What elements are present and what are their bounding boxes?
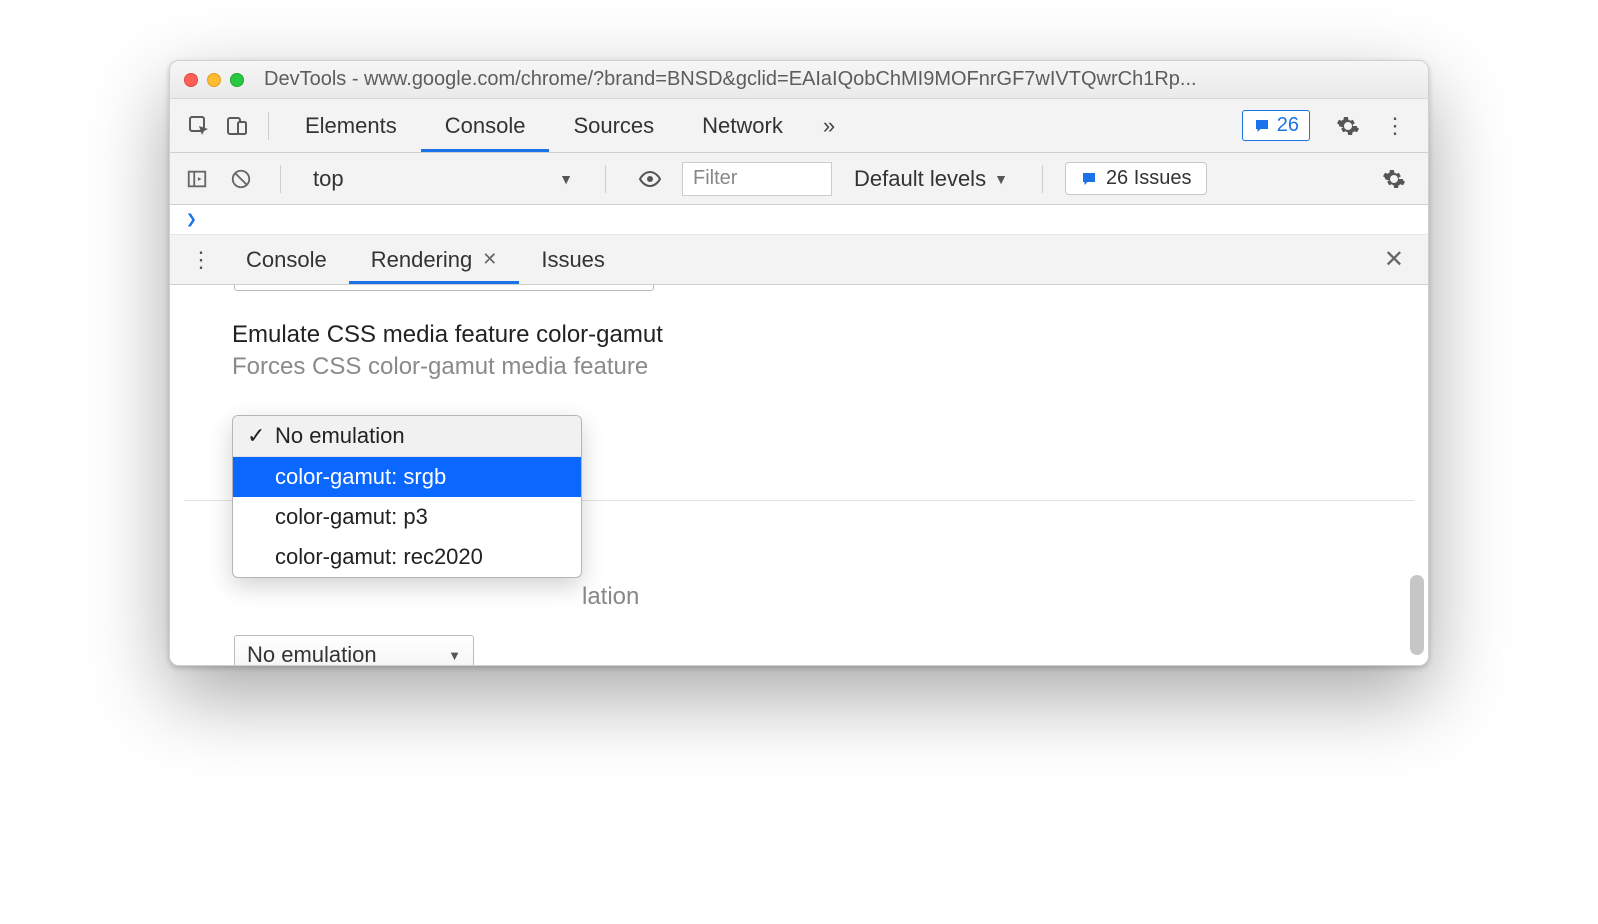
previous-select-bottom	[234, 285, 654, 291]
console-prompt[interactable]: ❯	[170, 205, 1428, 235]
drawer-tab-label: Rendering	[371, 247, 473, 273]
section-description: Forces CSS color-gamut media feature	[232, 353, 1428, 381]
log-levels-selector[interactable]: Default levels ▼	[842, 166, 1020, 192]
select-value: No emulation	[247, 642, 377, 666]
context-value: top	[313, 166, 344, 192]
divider	[268, 112, 269, 140]
settings-icon[interactable]	[1324, 114, 1372, 138]
dropdown-option-no-emulation[interactable]: ✓ No emulation	[233, 416, 581, 456]
scrollbar-thumb[interactable]	[1410, 575, 1424, 655]
obscured-text-tail: lation	[582, 583, 639, 611]
message-icon	[1253, 117, 1271, 135]
chevron-down-icon: ▼	[994, 171, 1008, 187]
close-window-button[interactable]	[184, 73, 198, 87]
tab-label: Console	[445, 113, 526, 139]
drawer-tab-issues[interactable]: Issues	[519, 235, 627, 284]
message-icon	[1080, 170, 1098, 188]
issues-badge[interactable]: 26	[1242, 110, 1310, 141]
option-label: color-gamut: rec2020	[275, 544, 483, 570]
dropdown-option-srgb[interactable]: color-gamut: srgb	[233, 457, 581, 497]
dropdown-option-rec2020[interactable]: color-gamut: rec2020	[233, 537, 581, 577]
traffic-lights	[184, 73, 244, 87]
tab-label: Elements	[305, 113, 397, 139]
inspect-element-icon[interactable]	[180, 107, 218, 145]
window-title: DevTools - www.google.com/chrome/?brand=…	[264, 68, 1414, 91]
titlebar: DevTools - www.google.com/chrome/?brand=…	[170, 61, 1428, 99]
check-icon: ✓	[247, 423, 265, 449]
option-label: No emulation	[275, 423, 405, 449]
drawer-tab-console[interactable]: Console	[224, 235, 349, 284]
zoom-window-button[interactable]	[230, 73, 244, 87]
section-title: Emulate CSS media feature color-gamut	[232, 321, 1428, 349]
rendering-pane: Emulate CSS media feature color-gamut Fo…	[170, 285, 1428, 665]
divider	[1042, 165, 1043, 193]
color-gamut-dropdown[interactable]: ✓ No emulation color-gamut: srgb color-g…	[232, 415, 582, 578]
divider	[280, 165, 281, 193]
minimize-window-button[interactable]	[207, 73, 221, 87]
issues-count: 26	[1277, 114, 1299, 137]
drawer-tab-label: Issues	[541, 247, 605, 273]
chevron-down-icon: ▼	[448, 648, 461, 663]
tab-label: Sources	[573, 113, 654, 139]
main-tab-strip: Elements Console Sources Network » 26 ⋮	[170, 99, 1428, 153]
console-toolbar: top ▼ Default levels ▼ 26 Issues	[170, 153, 1428, 205]
clear-console-icon[interactable]	[224, 162, 258, 196]
close-tab-icon[interactable]: ✕	[482, 249, 497, 270]
issues-label: 26 Issues	[1106, 167, 1192, 190]
levels-label: Default levels	[854, 166, 986, 192]
more-tabs-icon[interactable]: »	[807, 113, 851, 139]
option-label: color-gamut: srgb	[275, 464, 446, 490]
tab-sources[interactable]: Sources	[549, 99, 678, 152]
drawer-tab-rendering[interactable]: Rendering ✕	[349, 235, 520, 284]
toggle-sidebar-icon[interactable]	[180, 162, 214, 196]
tab-label: Network	[702, 113, 783, 139]
option-label: color-gamut: p3	[275, 504, 428, 530]
issues-button[interactable]: 26 Issues	[1065, 162, 1207, 195]
tab-console[interactable]: Console	[421, 99, 550, 152]
divider	[605, 165, 606, 193]
dropdown-option-p3[interactable]: color-gamut: p3	[233, 497, 581, 537]
drawer-tab-strip: ⋮ Console Rendering ✕ Issues ✕	[170, 235, 1428, 285]
vision-deficiency-select[interactable]: No emulation ▼	[234, 635, 474, 666]
console-settings-icon[interactable]	[1370, 167, 1418, 191]
chevron-down-icon: ▼	[559, 171, 573, 187]
live-expression-icon[interactable]	[628, 167, 672, 191]
context-selector[interactable]: top ▼	[303, 162, 583, 196]
tab-elements[interactable]: Elements	[281, 99, 421, 152]
close-drawer-icon[interactable]: ✕	[1368, 245, 1420, 274]
more-menu-icon[interactable]: ⋮	[1372, 113, 1418, 139]
device-toggle-icon[interactable]	[218, 107, 256, 145]
drawer-more-icon[interactable]: ⋮	[178, 247, 224, 273]
tab-network[interactable]: Network	[678, 99, 807, 152]
drawer-tab-label: Console	[246, 247, 327, 273]
filter-input[interactable]	[682, 162, 832, 196]
devtools-window: DevTools - www.google.com/chrome/?brand=…	[169, 60, 1429, 666]
